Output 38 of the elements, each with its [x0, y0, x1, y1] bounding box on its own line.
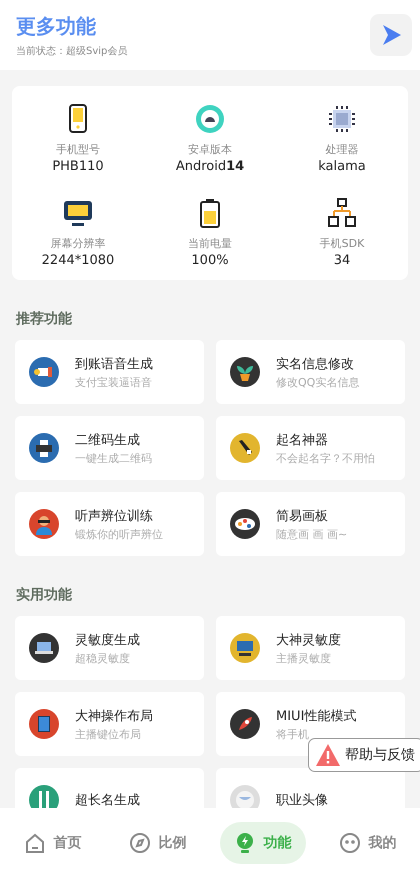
info-label: 屏幕分辨率	[50, 236, 106, 251]
info-value: 2244*1080	[42, 253, 114, 268]
feature-title: 大神灵敏度	[276, 632, 341, 648]
feature-subtitle: 主播灵敏度	[276, 650, 332, 666]
page-title: 更多功能	[16, 12, 97, 40]
feature-subtitle: 修改QQ实名信息	[276, 374, 360, 390]
info-value: Android14	[176, 159, 244, 174]
feature-title: 到账语音生成	[75, 356, 153, 372]
feature-subtitle: 锻炼你的听声辨位	[75, 526, 163, 542]
feature-subtitle: 超稳灵敏度	[75, 650, 131, 666]
feature-title: 二维码生成	[75, 432, 141, 448]
info-label: 手机SDK	[320, 236, 364, 251]
info-label: 安卓版本	[188, 142, 232, 157]
feature-title: 灵敏度生成	[75, 632, 140, 648]
info-value: PHB110	[52, 159, 104, 174]
status-text: 当前状态：超级Svip会员	[16, 44, 128, 58]
feature-title: MIUI性能模式	[276, 708, 356, 724]
feature-subtitle: 将手机	[276, 726, 310, 742]
feature-subtitle: 随意画 画 画~	[276, 526, 348, 542]
section-heading: 推荐功能	[16, 310, 73, 328]
feature-subtitle: 一键生成二维码	[75, 450, 152, 466]
section-heading: 实用功能	[16, 586, 73, 604]
feature-title: 超长名生成	[75, 792, 140, 808]
info-label: 手机型号	[56, 142, 100, 157]
feature-title: 实名信息修改	[276, 356, 355, 372]
info-label: 处理器	[326, 142, 358, 157]
info-value: kalama	[318, 159, 366, 174]
info-value: 100%	[191, 253, 229, 268]
feature-subtitle: 主播键位布局	[75, 726, 142, 742]
feature-subtitle: 不会起名字？不用怕	[276, 450, 375, 466]
info-value: 34	[334, 253, 350, 268]
feature-subtitle: 支付宝装逼语音	[75, 374, 153, 390]
feature-title: 听声辨位训练	[75, 508, 154, 524]
feature-title: 简易画板	[276, 508, 329, 524]
feature-title: 起名神器	[276, 432, 329, 448]
feature-title: 大神操作布局	[75, 708, 153, 724]
info-label: 当前电量	[188, 236, 232, 251]
feature-title: 职业头像	[276, 792, 328, 808]
